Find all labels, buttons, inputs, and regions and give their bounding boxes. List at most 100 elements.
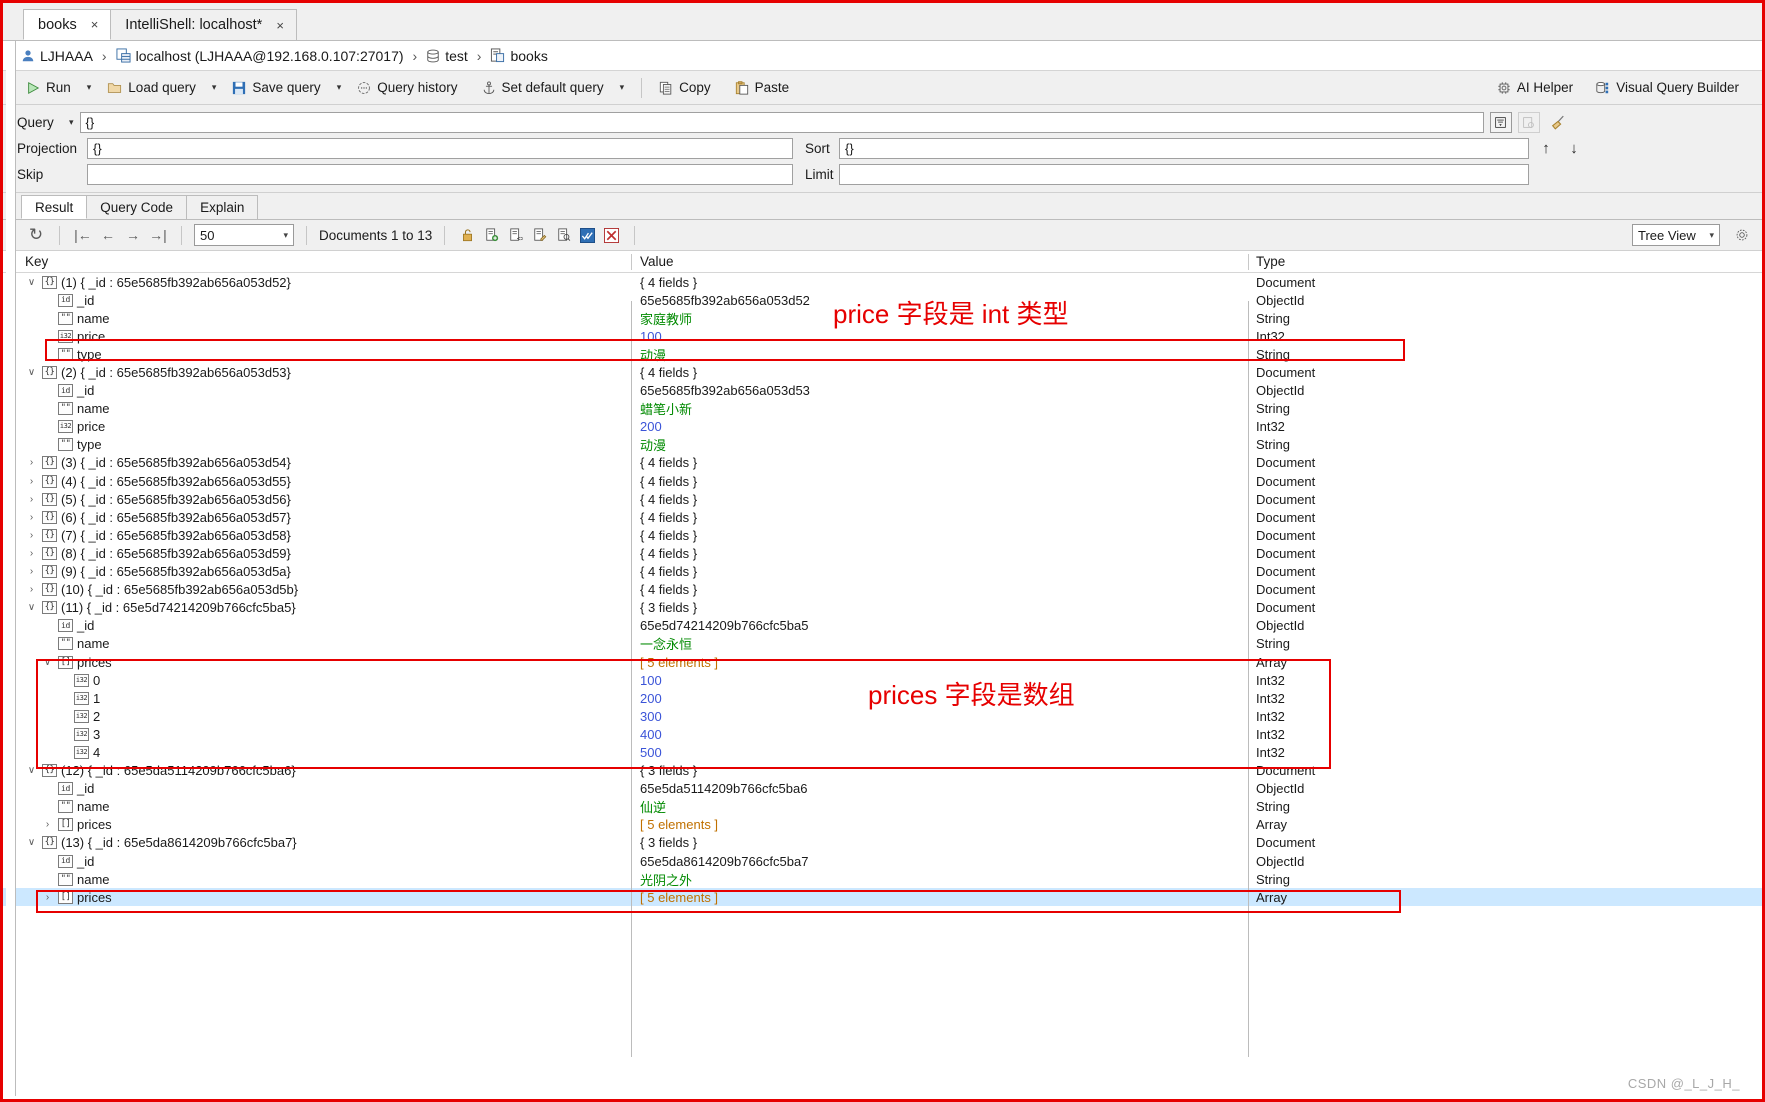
view-document-icon[interactable] bbox=[553, 226, 574, 245]
breadcrumb-database[interactable]: test bbox=[426, 48, 468, 64]
collapse-arrow-icon[interactable]: ∨ bbox=[25, 277, 38, 288]
expand-arrow-icon[interactable]: › bbox=[25, 548, 38, 559]
tree-row[interactable]: "" type 动漫 String bbox=[3, 436, 1762, 454]
expand-arrow-icon[interactable]: › bbox=[25, 584, 38, 595]
tree-row[interactable]: "" name 一念永恒 String bbox=[3, 635, 1762, 653]
tree-row[interactable]: ∨ {} (11) { _id : 65e5d74214209b766cfc5ba5… bbox=[3, 599, 1762, 617]
cancel-changes-icon[interactable] bbox=[601, 226, 622, 245]
tree-row[interactable]: › {} (3) { _id : 65e5685fb392ab656a053d54}… bbox=[3, 454, 1762, 472]
query-history-button[interactable]: Query history bbox=[350, 75, 464, 101]
document-tree[interactable]: ∨ {} (1) { _id : 65e5685fb392ab656a053d52}… bbox=[3, 273, 1762, 1029]
tree-row[interactable]: ∨ {} (13) { _id : 65e5da8614209b766cfc5ba7… bbox=[3, 834, 1762, 852]
tree-row[interactable]: ∨ [] prices [ 5 elements ] Array bbox=[3, 653, 1762, 671]
expand-arrow-icon[interactable]: › bbox=[25, 476, 38, 487]
save-query-button[interactable]: Save query bbox=[225, 75, 327, 101]
run-button[interactable]: Run bbox=[19, 75, 78, 101]
skip-input[interactable] bbox=[87, 163, 793, 185]
copy-button[interactable]: Copy bbox=[652, 75, 718, 101]
tree-row[interactable]: id _id 65e5685fb392ab656a053d53 ObjectId bbox=[3, 382, 1762, 400]
tree-row[interactable]: ∨ {} (12) { _id : 65e5da5114209b766cfc5ba6… bbox=[3, 762, 1762, 780]
expand-arrow-icon[interactable]: › bbox=[25, 530, 38, 541]
first-page-icon[interactable]: |← bbox=[72, 227, 94, 243]
collapse-arrow-icon[interactable]: ∨ bbox=[25, 837, 38, 848]
clear-query-button[interactable] bbox=[1546, 114, 1572, 131]
query-input[interactable]: {} bbox=[79, 111, 1484, 133]
tree-row[interactable]: "" type 动漫 String bbox=[3, 345, 1762, 363]
expand-arrow-icon[interactable]: › bbox=[25, 512, 38, 523]
column-header-key[interactable]: Key bbox=[25, 254, 48, 269]
save-query-dropdown-arrow[interactable]: ▾ bbox=[330, 82, 349, 93]
load-query-button[interactable]: Load query bbox=[100, 75, 203, 101]
collapse-arrow-icon[interactable]: ∨ bbox=[25, 765, 38, 776]
close-icon[interactable]: × bbox=[91, 17, 99, 32]
collapse-arrow-icon[interactable]: ∨ bbox=[25, 602, 38, 613]
tree-row[interactable]: › {} (10) { _id : 65e5685fb392ab656a053d5b… bbox=[3, 581, 1762, 599]
query-settings-button[interactable] bbox=[1517, 111, 1540, 133]
ai-helper-button[interactable]: AI Helper bbox=[1490, 75, 1580, 101]
expand-arrow-icon[interactable]: › bbox=[25, 494, 38, 505]
chevron-down-icon[interactable]: ▾ bbox=[69, 117, 74, 128]
doc-type-icon: {} bbox=[42, 510, 57, 524]
page-size-select[interactable]: 50 ▾ bbox=[194, 224, 294, 246]
last-page-icon[interactable]: →| bbox=[147, 227, 169, 243]
tree-row[interactable]: i32 price 200 Int32 bbox=[3, 418, 1762, 436]
tree-row[interactable]: › {} (6) { _id : 65e5685fb392ab656a053d57}… bbox=[3, 508, 1762, 526]
tree-row[interactable]: › {} (5) { _id : 65e5685fb392ab656a053d56}… bbox=[3, 490, 1762, 508]
edit-document-icon[interactable] bbox=[529, 226, 550, 245]
limit-input[interactable] bbox=[839, 163, 1529, 185]
tree-row[interactable]: "" name 仙逆 String bbox=[3, 798, 1762, 816]
next-page-icon[interactable]: → bbox=[122, 227, 144, 243]
tree-row[interactable]: "" name 蜡笔小新 String bbox=[3, 400, 1762, 418]
projection-input[interactable]: {} bbox=[87, 137, 793, 159]
document-code-icon[interactable]: <> bbox=[505, 226, 526, 245]
expand-arrow-icon[interactable]: › bbox=[25, 566, 38, 577]
result-settings-icon[interactable] bbox=[1731, 226, 1752, 245]
close-icon[interactable]: × bbox=[276, 18, 284, 33]
set-default-query-button[interactable]: Set default query bbox=[475, 75, 611, 101]
paste-button[interactable]: Paste bbox=[728, 75, 797, 101]
expand-arrow-icon[interactable]: › bbox=[41, 819, 54, 830]
sort-ascending-button[interactable]: ↑ bbox=[1535, 140, 1557, 157]
sort-input[interactable]: {} bbox=[839, 137, 1529, 159]
apply-changes-icon[interactable] bbox=[577, 226, 598, 245]
run-dropdown-arrow[interactable]: ▾ bbox=[80, 82, 99, 93]
breadcrumb-user[interactable]: LJHAAA bbox=[21, 48, 93, 64]
visual-query-builder-button[interactable]: Visual Query Builder bbox=[1588, 75, 1746, 101]
tree-row[interactable]: id _id 65e5da8614209b766cfc5ba7 ObjectId bbox=[3, 852, 1762, 870]
add-document-icon[interactable] bbox=[481, 226, 502, 245]
tree-row[interactable]: i32 4 500 Int32 bbox=[3, 743, 1762, 761]
expand-arrow-icon[interactable]: › bbox=[25, 457, 38, 468]
tab-explain[interactable]: Explain bbox=[186, 195, 259, 219]
tree-row[interactable]: › {} (8) { _id : 65e5685fb392ab656a053d59}… bbox=[3, 544, 1762, 562]
refresh-icon[interactable]: ↻ bbox=[25, 225, 47, 245]
view-mode-select[interactable]: Tree View ▾ bbox=[1632, 224, 1720, 246]
tab-intellishell[interactable]: IntelliShell: localhost* × bbox=[110, 9, 297, 40]
tree-row[interactable]: › [] prices [ 5 elements ] Array bbox=[3, 816, 1762, 834]
tree-row[interactable]: id _id 65e5da5114209b766cfc5ba6 ObjectId bbox=[3, 780, 1762, 798]
tab-query-code[interactable]: Query Code bbox=[86, 195, 188, 219]
tree-row[interactable]: › {} (9) { _id : 65e5685fb392ab656a053d5a}… bbox=[3, 563, 1762, 581]
expand-arrow-icon[interactable]: › bbox=[41, 892, 54, 903]
tree-row[interactable]: i32 3 400 Int32 bbox=[3, 725, 1762, 743]
tree-row[interactable]: ∨ {} (1) { _id : 65e5685fb392ab656a053d52}… bbox=[3, 273, 1762, 291]
tab-books[interactable]: books × bbox=[23, 9, 112, 40]
sort-descending-button[interactable]: ↓ bbox=[1563, 140, 1585, 157]
tree-row[interactable]: › {} (7) { _id : 65e5685fb392ab656a053d58}… bbox=[3, 526, 1762, 544]
tree-row[interactable]: ∨ {} (2) { _id : 65e5685fb392ab656a053d53}… bbox=[3, 363, 1762, 381]
collapse-arrow-icon[interactable]: ∨ bbox=[41, 657, 54, 668]
load-query-dropdown-arrow[interactable]: ▾ bbox=[205, 82, 224, 93]
set-default-query-dropdown-arrow[interactable]: ▾ bbox=[613, 82, 632, 93]
breadcrumb-server[interactable]: localhost (LJHAAA@192.168.0.107:27017) bbox=[116, 48, 404, 64]
breadcrumb-collection[interactable]: books bbox=[490, 48, 548, 64]
tree-row[interactable]: id _id 65e5d74214209b766cfc5ba5 ObjectId bbox=[3, 617, 1762, 635]
collapse-arrow-icon[interactable]: ∨ bbox=[25, 367, 38, 378]
tree-row[interactable]: › {} (4) { _id : 65e5685fb392ab656a053d55}… bbox=[3, 472, 1762, 490]
previous-page-icon[interactable]: ← bbox=[97, 227, 119, 243]
query-filter-button[interactable] bbox=[1489, 111, 1512, 133]
tree-row[interactable]: "" name 光阴之外 String bbox=[3, 870, 1762, 888]
column-header-value[interactable]: Value bbox=[640, 254, 674, 269]
tree-row[interactable]: › [] prices [ 5 elements ] Array bbox=[3, 888, 1762, 907]
tab-result[interactable]: Result bbox=[21, 195, 88, 219]
column-header-type[interactable]: Type bbox=[1256, 254, 1285, 269]
unlock-icon[interactable] bbox=[457, 226, 478, 245]
